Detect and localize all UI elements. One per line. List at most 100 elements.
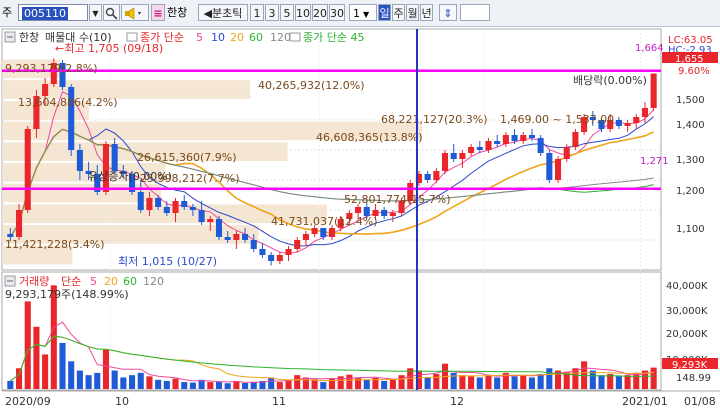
vp-label: 26,615,360(7.9%)	[137, 151, 237, 164]
volume-bar	[398, 375, 405, 389]
stock-chart[interactable]: 한창 매물대 수(10) 종가 단순 5 10 20 60 120 종가 단순 …	[0, 27, 720, 411]
candle-body	[276, 255, 283, 261]
candle-body	[494, 141, 501, 144]
price-tick-label: 1,500	[676, 95, 705, 106]
volume-bar	[24, 301, 31, 389]
dividend-annotation: 배당락(0.00%)	[573, 74, 647, 87]
tab-tick-label: 분초틱	[212, 7, 243, 20]
chart-toolbar: 주 005110 ▼ ≡ 한창 ◀분초틱 1 3 5 10 20 30 1 ▼ 일…	[0, 0, 720, 27]
volume-bar	[33, 326, 40, 389]
volume-bar	[146, 376, 153, 389]
tab-year[interactable]: 년	[420, 4, 433, 21]
candle-body	[7, 234, 14, 237]
count-input[interactable]: 1 ▼	[349, 4, 377, 21]
candle-body	[528, 135, 535, 138]
volume-bar	[172, 378, 179, 389]
x-tick-label: 12	[450, 395, 464, 408]
volume-bar	[242, 383, 249, 389]
tab-week[interactable]: 주	[392, 4, 405, 21]
speaker-icon	[125, 7, 141, 20]
volume-bar	[511, 376, 518, 389]
high-annotation: ←최고 1,705 (09/18)	[55, 42, 163, 55]
tab-day[interactable]: 일	[378, 4, 391, 21]
tab-month[interactable]: 월	[406, 4, 419, 21]
ma60-label: 60	[249, 31, 263, 44]
vp-label: 41,731,037(12.4%)	[271, 215, 378, 228]
candle-body	[102, 144, 110, 192]
candle-body	[242, 234, 249, 240]
candle-body	[572, 132, 579, 147]
candle-body	[137, 192, 144, 210]
candle-body	[207, 219, 214, 222]
volume-bar	[294, 375, 301, 389]
tab-tick[interactable]: ◀분초틱	[198, 4, 248, 21]
price-tick-label: 1,400	[676, 120, 705, 131]
candle-body	[198, 210, 205, 222]
chevron-down-icon: ▼	[363, 10, 370, 19]
volume-ma-title: 단순	[61, 275, 81, 288]
volume-bar	[537, 374, 544, 389]
search-button[interactable]	[103, 4, 120, 21]
volume-bar	[389, 379, 396, 389]
candle-body	[328, 228, 336, 237]
volume-bar	[589, 370, 596, 389]
vol-ma60-label: 60	[123, 275, 137, 288]
stock-code-input[interactable]: 005110	[18, 4, 88, 21]
candle-body	[381, 210, 388, 216]
vp-label: 68,221,127(20.3%)	[381, 113, 488, 126]
up-down-button[interactable]: ⇕	[439, 4, 457, 21]
volume-bar	[302, 377, 309, 389]
volume-bar	[59, 342, 66, 389]
volume-bar	[433, 374, 440, 389]
up-down-arrows-icon: ⇕	[443, 7, 453, 20]
settings-icon[interactable]	[289, 32, 301, 42]
candle-body	[15, 210, 23, 237]
last-price-label: 1,655	[675, 54, 704, 65]
tab-20[interactable]: 20	[312, 4, 328, 21]
volume-bar	[120, 377, 127, 389]
candle-body	[250, 240, 257, 249]
candle-body	[546, 153, 553, 180]
candle-body	[537, 138, 544, 153]
candle-body	[224, 237, 231, 240]
vol-ma5-label: 5	[90, 275, 97, 288]
favorite-mark[interactable]: ≡	[151, 4, 165, 21]
toolbar-extra-input[interactable]	[460, 4, 490, 21]
volume-bar	[476, 377, 483, 389]
volume-title: 거래량	[19, 275, 49, 288]
tab-5[interactable]: 5	[280, 4, 294, 21]
speaker-button[interactable]	[121, 4, 149, 21]
stock-name: 한창	[167, 6, 188, 19]
candle-body	[76, 150, 83, 171]
dropdown-button[interactable]: ▼	[89, 4, 102, 21]
candle-body	[189, 207, 196, 210]
tab-30[interactable]: 30	[329, 4, 345, 21]
candle-body	[624, 123, 631, 126]
tab-3[interactable]: 3	[265, 4, 279, 21]
chevron-down-icon: ▼	[92, 9, 99, 18]
vp-label: 52,801,774(15.7%)	[344, 193, 451, 206]
candle-body	[146, 198, 153, 210]
volume-bar	[250, 382, 257, 389]
tab-10[interactable]: 10	[295, 4, 311, 21]
candle-body	[450, 153, 457, 159]
menu-label[interactable]: 주	[2, 4, 16, 21]
candle-body	[633, 117, 640, 123]
candle-body	[268, 255, 275, 261]
volume-bar	[346, 374, 353, 389]
volume-bar	[224, 383, 231, 389]
vp-label: 1,469.00 ~ 1,537.00	[500, 113, 614, 126]
candle-body	[615, 120, 622, 126]
volume-bar	[268, 377, 275, 389]
volume-bar	[207, 382, 214, 389]
volume-bar	[485, 374, 492, 389]
volume-bar	[528, 377, 535, 389]
candle-body	[172, 201, 179, 213]
vp-label: 9,293,179(2.8%)	[5, 62, 98, 75]
volume-tick-label: 20,000K	[666, 329, 708, 340]
volume-bar	[85, 375, 92, 389]
volume-bar	[7, 380, 14, 389]
tab-1[interactable]: 1	[250, 4, 264, 21]
candle-body	[285, 249, 292, 255]
settings-icon[interactable]	[126, 32, 138, 42]
